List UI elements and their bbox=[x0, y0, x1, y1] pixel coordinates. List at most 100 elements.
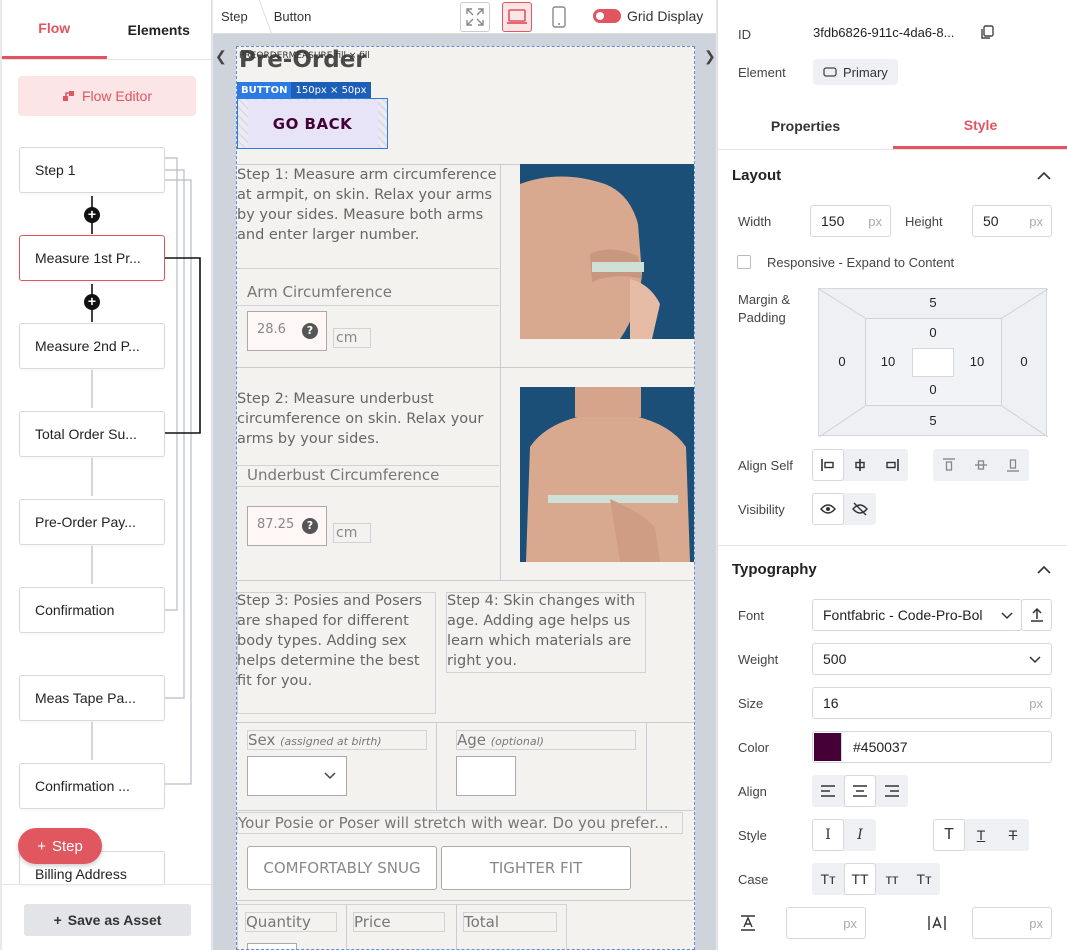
toggle-switch[interactable] bbox=[593, 9, 621, 23]
save-as-asset-button[interactable]: + Save as Asset bbox=[24, 904, 191, 936]
responsive-checkbox[interactable] bbox=[737, 255, 751, 269]
margin-bottom[interactable]: 5 bbox=[923, 413, 943, 428]
arm-circumference-input[interactable]: 28.6 ? bbox=[247, 311, 327, 351]
quantity-input[interactable] bbox=[247, 943, 297, 949]
color-swatch[interactable] bbox=[814, 733, 842, 761]
inspector-tabs: Properties Style bbox=[718, 103, 1067, 150]
margin-right[interactable]: 0 bbox=[1014, 354, 1034, 369]
flow-editor-button[interactable]: Flow Editor bbox=[18, 76, 196, 116]
align-center-icon[interactable] bbox=[844, 449, 876, 481]
width-label: Width bbox=[738, 214, 772, 229]
align-right-icon[interactable] bbox=[876, 449, 908, 481]
case-lower-icon[interactable]: тт bbox=[876, 863, 908, 895]
align-bottom-icon[interactable] bbox=[997, 449, 1029, 481]
add-step-button[interactable]: + Step bbox=[18, 828, 102, 864]
flow-node-measure-2nd[interactable]: Measure 2nd P... bbox=[19, 323, 165, 369]
help-icon[interactable]: ? bbox=[302, 518, 318, 534]
grid-line bbox=[237, 722, 694, 723]
flow-node-meas-tape[interactable]: Meas Tape Pa... bbox=[19, 675, 165, 721]
align-middle-icon[interactable] bbox=[965, 449, 997, 481]
step-3-text: Step 3: Posies and Posers are shaped for… bbox=[237, 593, 423, 689]
tighter-fit-button[interactable]: TIGHTER FIT bbox=[441, 846, 631, 890]
flow-node-confirmation[interactable]: Confirmation bbox=[19, 587, 165, 633]
case-smallcaps-icon[interactable]: Tт bbox=[908, 863, 940, 895]
text-plain-icon[interactable]: T bbox=[933, 819, 965, 851]
chevron-down-icon bbox=[1029, 656, 1041, 664]
tab-properties[interactable]: Properties bbox=[718, 103, 893, 149]
grid-line bbox=[237, 580, 694, 581]
typography-section-title[interactable]: Typography bbox=[732, 561, 817, 578]
eye-icon[interactable] bbox=[812, 493, 844, 525]
margin-top[interactable]: 5 bbox=[923, 295, 943, 310]
grid-line bbox=[237, 367, 694, 368]
text-strikethrough-icon[interactable]: T bbox=[997, 819, 1029, 851]
padding-left[interactable]: 10 bbox=[878, 354, 898, 369]
tab-elements[interactable]: Elements bbox=[107, 0, 212, 59]
breadcrumb-step[interactable]: Step bbox=[213, 9, 256, 24]
height-input[interactable]: 50 px bbox=[972, 205, 1052, 237]
flow-node-step-1[interactable]: Step 1 bbox=[19, 147, 165, 193]
laptop-icon[interactable] bbox=[502, 2, 532, 32]
padding-right[interactable]: 10 bbox=[967, 354, 987, 369]
price-header: Price bbox=[353, 912, 445, 932]
unit-label: cm bbox=[333, 523, 371, 543]
chevron-right-icon[interactable]: ❯ bbox=[704, 48, 716, 65]
divider bbox=[2, 884, 211, 885]
font-select[interactable]: Fontfabric - Code-Pro-Bol bbox=[812, 599, 1022, 631]
case-upper-icon[interactable]: TT bbox=[844, 863, 876, 895]
torso-photo-illustration bbox=[520, 387, 694, 562]
chevron-left-icon[interactable]: ❮ bbox=[215, 48, 227, 65]
line-height-input[interactable]: px bbox=[786, 907, 866, 939]
underbust-input[interactable]: 87.25 ? bbox=[247, 506, 327, 546]
upload-font-icon[interactable] bbox=[1021, 599, 1052, 631]
align-left-icon[interactable] bbox=[812, 449, 844, 481]
help-icon[interactable]: ? bbox=[302, 323, 318, 339]
margin-left[interactable]: 0 bbox=[832, 354, 852, 369]
fullscreen-icon[interactable] bbox=[460, 2, 490, 32]
tab-flow[interactable]: Flow bbox=[2, 0, 107, 59]
padding-bottom[interactable]: 0 bbox=[923, 382, 943, 397]
age-input[interactable] bbox=[456, 756, 516, 796]
canvas-toolbar: Step Button Grid Display bbox=[213, 0, 716, 34]
breadcrumb-button[interactable]: Button bbox=[266, 9, 320, 24]
comfortably-snug-button[interactable]: COMFORTABLY SNUG bbox=[247, 846, 437, 890]
selected-go-back-button[interactable]: GO BACK bbox=[237, 98, 388, 149]
case-title-icon[interactable]: Tт bbox=[812, 863, 844, 895]
flow-node-pre-order-pay[interactable]: Pre-Order Pay... bbox=[19, 499, 165, 545]
text-align-left-icon[interactable] bbox=[812, 775, 844, 807]
layout-section-title[interactable]: Layout bbox=[732, 167, 781, 184]
eye-off-icon[interactable] bbox=[844, 493, 876, 525]
align-self-vertical bbox=[933, 449, 1029, 481]
color-label: Color bbox=[738, 740, 770, 755]
tab-style[interactable]: Style bbox=[893, 103, 1067, 149]
text-align-center-icon[interactable] bbox=[844, 775, 876, 807]
mobile-icon[interactable] bbox=[544, 2, 574, 32]
grid-display-toggle[interactable]: Grid Display bbox=[593, 8, 703, 24]
add-step-icon[interactable]: + bbox=[84, 207, 100, 223]
text-underline-icon[interactable]: T bbox=[965, 819, 997, 851]
inspector-panel: ID 3fdb6826-911c-4da6-8... Element Prima… bbox=[717, 0, 1067, 950]
age-label: Age (optional) bbox=[456, 730, 636, 750]
weight-select[interactable]: 500 bbox=[812, 643, 1052, 675]
container-tag-name: PREORDERMEASURE bbox=[239, 51, 333, 61]
copy-icon[interactable] bbox=[980, 25, 994, 40]
letter-spacing-input[interactable]: px bbox=[972, 907, 1052, 939]
flow-node-measure-1st[interactable]: Measure 1st Pr... bbox=[19, 235, 165, 281]
add-step-label: Step bbox=[51, 837, 83, 855]
padding-top[interactable]: 0 bbox=[923, 325, 943, 340]
flow-node-total-order[interactable]: Total Order Su... bbox=[19, 411, 165, 457]
text-italic-icon[interactable]: I bbox=[844, 819, 876, 851]
add-step-icon[interactable]: + bbox=[84, 294, 100, 310]
chevron-up-icon[interactable] bbox=[1037, 562, 1051, 577]
text-normal-icon[interactable]: I bbox=[812, 819, 844, 851]
size-input[interactable]: 16 px bbox=[812, 687, 1052, 719]
width-input[interactable]: 150 px bbox=[810, 205, 891, 237]
chevron-up-icon[interactable] bbox=[1037, 168, 1051, 183]
flow-node-confirmation-2[interactable]: Confirmation ... bbox=[19, 763, 165, 809]
flow-editor-label: Flow Editor bbox=[81, 88, 153, 104]
sex-select[interactable] bbox=[247, 756, 347, 796]
text-align-right-icon[interactable] bbox=[876, 775, 908, 807]
align-top-icon[interactable] bbox=[933, 449, 965, 481]
line-height-icon bbox=[741, 915, 755, 931]
color-input[interactable]: #450037 bbox=[812, 731, 1052, 763]
